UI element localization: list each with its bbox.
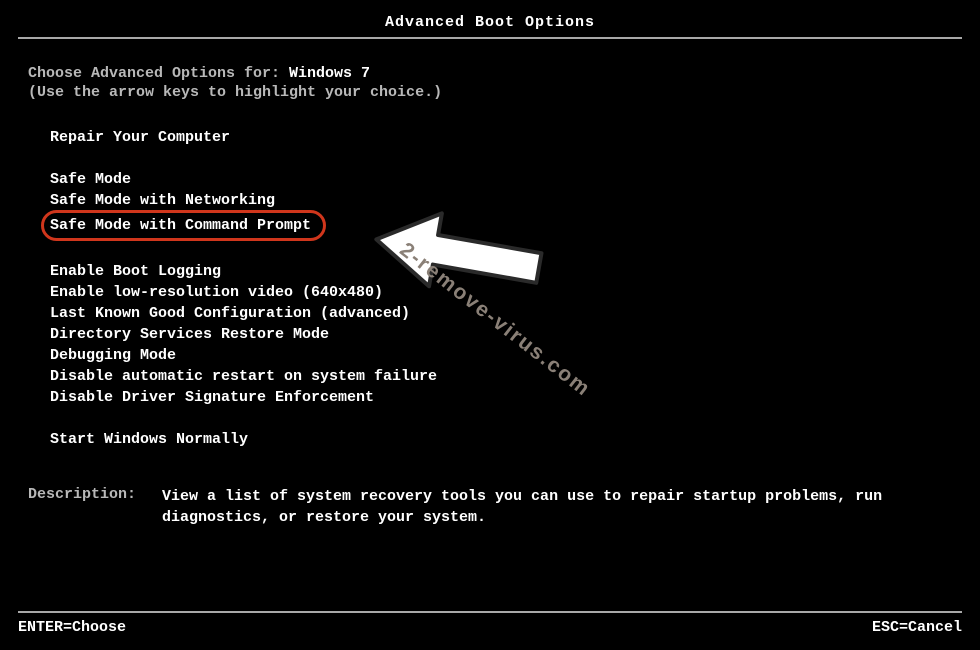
menu-item-safe-mode[interactable]: Safe Mode (50, 169, 952, 190)
intro-prefix: Choose Advanced Options for: (28, 65, 289, 82)
menu-item-low-resolution-video[interactable]: Enable low-resolution video (640x480) (50, 282, 952, 303)
description-label: Description: (28, 486, 162, 528)
menu-item-directory-services-restore[interactable]: Directory Services Restore Mode (50, 324, 952, 345)
menu-item-safe-mode-networking[interactable]: Safe Mode with Networking (50, 190, 952, 211)
highlight-ring: Safe Mode with Command Prompt (41, 210, 326, 241)
menu-item-start-windows-normally[interactable]: Start Windows Normally (50, 429, 952, 450)
boot-options-menu: Repair Your Computer Safe Mode Safe Mode… (28, 127, 952, 450)
menu-item-last-known-good-config[interactable]: Last Known Good Configuration (advanced) (50, 303, 952, 324)
menu-item-safe-mode-command-prompt[interactable]: Safe Mode with Command Prompt (50, 211, 952, 240)
footer-hint-esc: ESC=Cancel (872, 619, 962, 636)
menu-item-enable-boot-logging[interactable]: Enable Boot Logging (50, 261, 952, 282)
menu-item-disable-auto-restart[interactable]: Disable automatic restart on system fail… (50, 366, 952, 387)
footer-hint-enter: ENTER=Choose (18, 619, 126, 636)
page-title: Advanced Boot Options (0, 0, 980, 37)
menu-item-disable-driver-signature[interactable]: Disable Driver Signature Enforcement (50, 387, 952, 408)
intro-hint: (Use the arrow keys to highlight your ch… (28, 84, 952, 101)
os-name: Windows 7 (289, 65, 370, 82)
description-text: View a list of system recovery tools you… (162, 486, 952, 528)
footer: ENTER=Choose ESC=Cancel (0, 611, 980, 650)
intro-line: Choose Advanced Options for: Windows 7 (28, 65, 952, 82)
menu-item-repair-your-computer[interactable]: Repair Your Computer (50, 127, 952, 148)
description-section: Description: View a list of system recov… (28, 486, 952, 528)
menu-item-debugging-mode[interactable]: Debugging Mode (50, 345, 952, 366)
menu-item-label: Safe Mode with Command Prompt (50, 217, 311, 234)
